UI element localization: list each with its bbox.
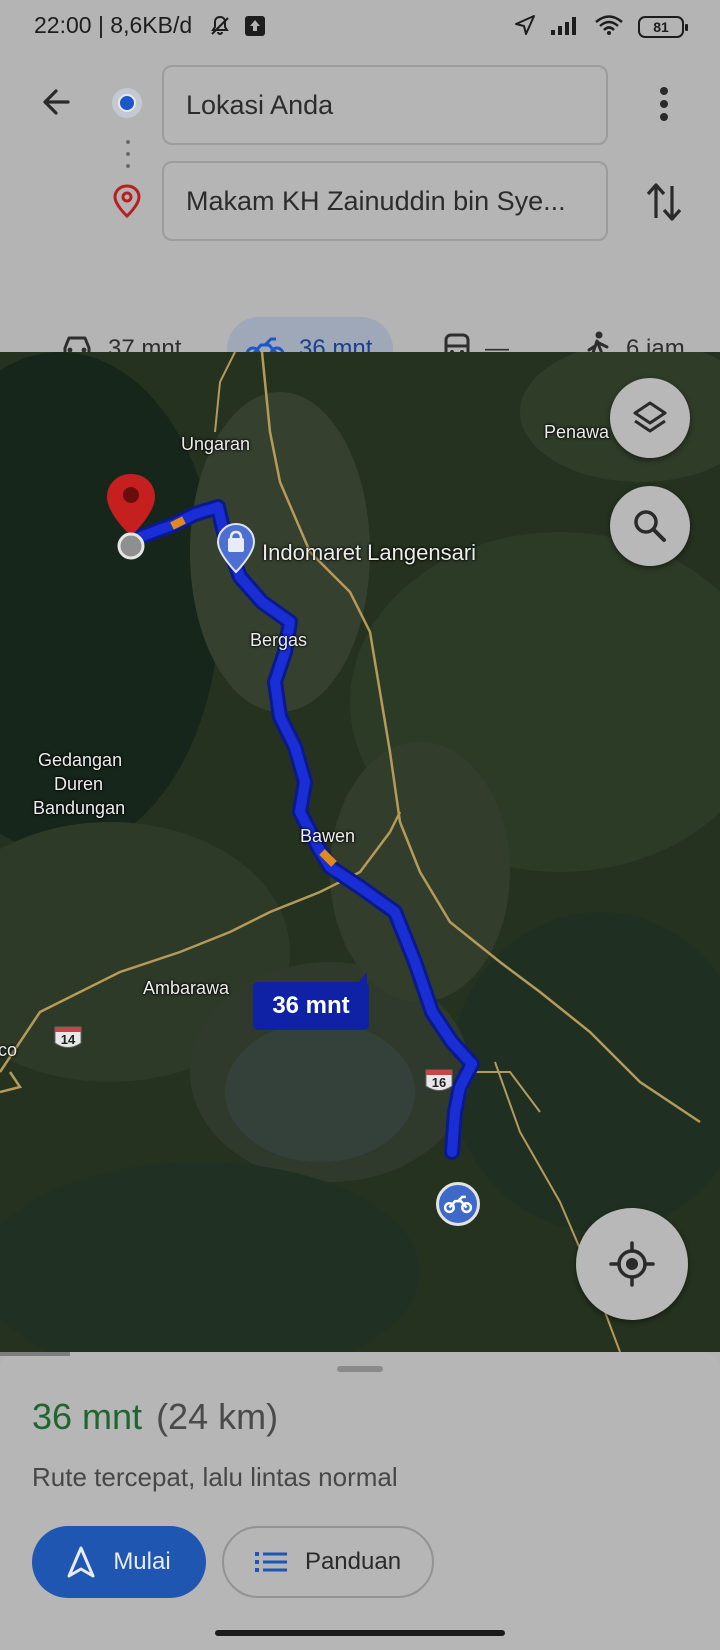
steps-button[interactable]: Panduan xyxy=(222,1526,434,1598)
sheet-progress-line xyxy=(0,1352,70,1356)
route-duration-badge[interactable]: 36 mnt xyxy=(253,972,369,1030)
origin-dot-icon xyxy=(112,88,142,118)
list-icon xyxy=(254,1552,287,1572)
map-view[interactable]: 14 16 Ungaran Penawa Indomaret Langensar… xyxy=(0,352,720,1352)
back-arrow-icon xyxy=(43,89,70,115)
start-navigation-button[interactable]: Mulai xyxy=(32,1526,206,1598)
wifi-icon xyxy=(594,14,624,41)
home-indicator[interactable] xyxy=(215,1630,505,1636)
destination-pin-icon xyxy=(112,184,142,223)
eta-line: 36 mnt (24 km) xyxy=(32,1396,278,1438)
road-16-label: 16 xyxy=(431,1075,447,1090)
shopping-bag-pin-icon[interactable] xyxy=(216,522,256,579)
place-label-ungaran[interactable]: Ungaran xyxy=(181,434,250,455)
eta-time: 36 mnt xyxy=(32,1396,143,1437)
layers-button[interactable] xyxy=(610,378,690,458)
steps-label: Panduan xyxy=(304,1548,402,1575)
place-label-penawa[interactable]: Penawa xyxy=(544,422,609,443)
route-summary-sheet: 36 mnt (24 km) Rute tercepat, lalu lintas… xyxy=(0,1352,720,1650)
eta-distance: (24 km) xyxy=(156,1396,279,1437)
destination-field[interactable]: Makam KH Zainuddin bin Sye... xyxy=(162,161,608,241)
place-label-edge: co xyxy=(0,1040,18,1060)
road-14-label: 14 xyxy=(60,1032,76,1047)
search-map-button[interactable] xyxy=(610,486,690,566)
place-label-gedangan[interactable]: Gedangan xyxy=(38,750,122,771)
route-dots xyxy=(126,136,130,172)
swap-vert-icon xyxy=(646,183,682,221)
upload-icon xyxy=(244,15,266,42)
place-label-duren[interactable]: Duren xyxy=(54,774,103,795)
battery-icon: 81 xyxy=(638,16,688,38)
motorcycle-origin-marker-icon[interactable] xyxy=(436,1182,480,1226)
route-description: Rute tercepat, lalu lintas normal xyxy=(32,1462,398,1492)
place-label-bergas[interactable]: Bergas xyxy=(250,630,307,651)
place-label-bawen[interactable]: Bawen xyxy=(300,826,355,847)
my-location-icon xyxy=(609,1241,655,1287)
status-time: 22:00 | 8,6KB/d xyxy=(34,12,193,38)
more-vert-icon xyxy=(660,87,668,121)
place-label-indomaret[interactable]: Indomaret Langensari xyxy=(262,540,476,566)
search-icon xyxy=(634,510,666,542)
navigation-arrow-icon xyxy=(67,1546,95,1578)
back-button[interactable] xyxy=(30,76,82,128)
place-label-bandungan[interactable]: Bandungan xyxy=(33,798,125,819)
status-bar: 22:00 | 8,6KB/d 81 xyxy=(0,0,720,52)
directions-panel: Lokasi Anda Makam KH Zainuddin bin Sye..… xyxy=(0,52,720,381)
start-label: Mulai xyxy=(113,1548,171,1575)
swap-button[interactable] xyxy=(638,172,690,232)
signal-icon xyxy=(550,14,580,41)
place-label-ambarawa[interactable]: Ambarawa xyxy=(143,978,229,999)
sheet-drag-handle[interactable] xyxy=(337,1366,383,1372)
more-options-button[interactable] xyxy=(640,76,688,132)
destination-marker-icon[interactable] xyxy=(104,472,158,567)
mute-bell-icon xyxy=(208,14,232,43)
origin-field[interactable]: Lokasi Anda xyxy=(162,65,608,145)
location-arrow-icon xyxy=(514,14,536,41)
my-location-button[interactable] xyxy=(576,1208,688,1320)
status-icons: 81 xyxy=(514,10,688,44)
layers-icon xyxy=(633,401,667,433)
